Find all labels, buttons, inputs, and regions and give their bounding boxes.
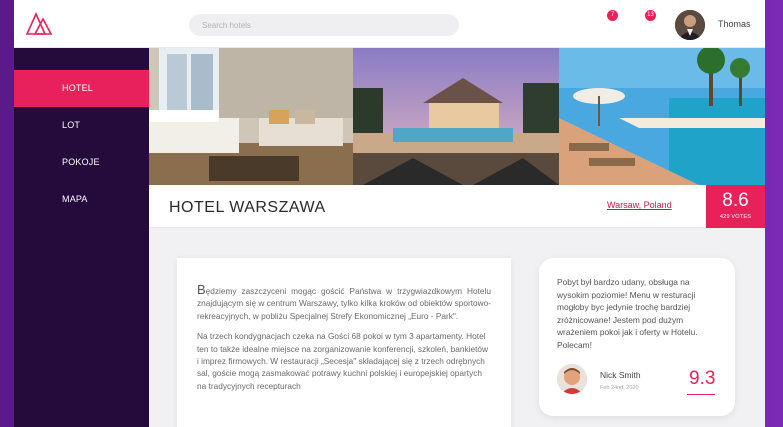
review-score-underline: [687, 394, 715, 395]
rating-score: 8.6: [722, 190, 749, 211]
page-title: HOTEL WARSZAWA: [169, 199, 326, 216]
app-frame: 7 13 Thomas HOTEL LOT POKOJE MAPA: [14, 0, 765, 427]
sidebar-item-mapa[interactable]: MAPA: [14, 181, 149, 218]
hotel-gallery: [149, 48, 765, 185]
logo-icon[interactable]: [26, 12, 54, 38]
gallery-image-room[interactable]: [149, 48, 353, 185]
drop-cap: B: [197, 282, 206, 297]
rating-votes: 429 VOTES: [719, 214, 752, 220]
sidebar-item-pokoje[interactable]: POKOJE: [14, 144, 149, 181]
messages-badge: 7: [607, 10, 618, 21]
sidebar-item-lot[interactable]: LOT: [14, 107, 149, 144]
description-paragraph-2: Na trzech kondygnacjach czeka na Gości 6…: [197, 331, 489, 391]
rating-badge: 8.6 429 VOTES: [706, 185, 765, 228]
user-name[interactable]: Thomas: [718, 19, 751, 29]
user-avatar[interactable]: [675, 10, 705, 40]
sidebar: HOTEL LOT POKOJE MAPA: [14, 48, 149, 427]
review-card: Pobyt był bardzo udany, obsługa na wysok…: [539, 258, 735, 416]
sidebar-item-hotel[interactable]: HOTEL: [14, 70, 149, 107]
gallery-image-pool-beach[interactable]: [559, 48, 765, 185]
reviewer-name: Nick Smith: [600, 370, 641, 380]
review-date: Feb 24nd, 2020: [600, 385, 639, 391]
alerts-badge: 13: [645, 10, 656, 21]
review-score: 9.3: [689, 368, 716, 389]
gallery-image-pool-evening[interactable]: [353, 48, 559, 185]
messages-button[interactable]: 7: [607, 10, 621, 26]
reviewer-avatar: [557, 364, 587, 394]
description-card: Będziemy zaszczyceni mogąc gościć Państw…: [177, 258, 511, 427]
search-input[interactable]: [189, 14, 459, 36]
alerts-button[interactable]: 13: [645, 10, 659, 26]
hotel-header: HOTEL WARSZAWA Warsaw, Poland 8.6 429 VO…: [149, 185, 765, 228]
top-bar: 7 13 Thomas: [14, 0, 765, 48]
location-link[interactable]: Warsaw, Poland: [607, 200, 672, 210]
review-text: Pobyt był bardzo udany, obsługa na wysok…: [557, 277, 698, 350]
description-paragraph-1: Będziemy zaszczyceni mogąc gościć Państw…: [197, 282, 491, 321]
